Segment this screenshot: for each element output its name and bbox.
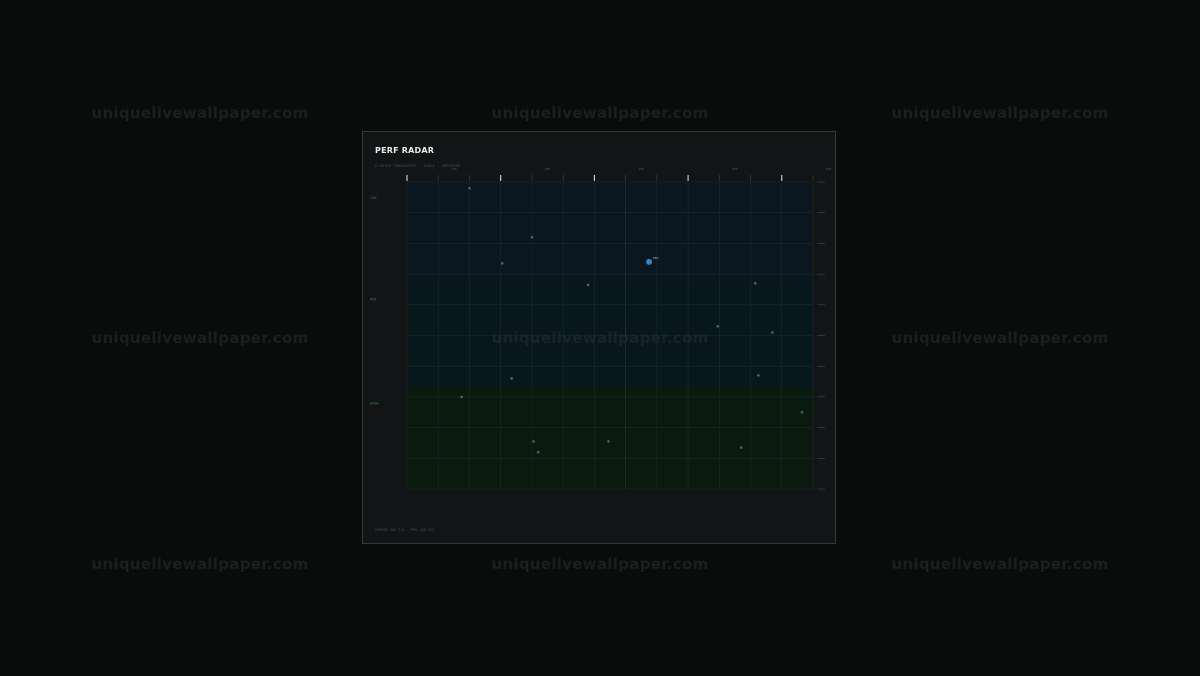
data-point bbox=[771, 331, 774, 334]
x-tick-label: 500 bbox=[826, 167, 832, 171]
chart-footer: SPREAD 302.7/S · P95 +48.7KS bbox=[375, 528, 435, 532]
data-point bbox=[586, 283, 590, 287]
x-tick-label: 200 bbox=[545, 167, 551, 171]
watermark-bottom-left: uniquelivewallpaper.com bbox=[91, 555, 309, 573]
data-point bbox=[530, 235, 534, 239]
x-tick-label: 300 bbox=[639, 167, 645, 171]
data-point bbox=[757, 374, 760, 377]
band-label-low: LOW bbox=[370, 196, 377, 200]
data-point bbox=[510, 377, 513, 380]
data-point bbox=[716, 324, 720, 328]
watermark-bottom-center: uniquelivewallpaper.com bbox=[491, 555, 709, 573]
x-tick-label: 100 bbox=[451, 167, 457, 171]
data-point bbox=[753, 282, 757, 285]
data-point bbox=[536, 450, 540, 454]
watermark-top-center: uniquelivewallpaper.com bbox=[491, 104, 709, 122]
watermark-center: uniquelivewallpaper.com bbox=[491, 329, 709, 347]
data-point-label: 083 bbox=[653, 256, 659, 260]
band-low bbox=[407, 182, 813, 284]
watermark-top-right: uniquelivewallpaper.com bbox=[891, 104, 1109, 122]
band-label-high: HIGH bbox=[370, 402, 378, 406]
x-tick-label: 400 bbox=[732, 167, 738, 171]
watermark-bottom-right: uniquelivewallpaper.com bbox=[891, 555, 1109, 573]
watermark-top-left: uniquelivewallpaper.com bbox=[91, 104, 309, 122]
band-label-mid: MID bbox=[370, 297, 376, 301]
watermark-mid-left: uniquelivewallpaper.com bbox=[91, 329, 309, 347]
band-high bbox=[407, 387, 813, 489]
watermark-mid-right: uniquelivewallpaper.com bbox=[891, 329, 1109, 347]
data-point-highlight bbox=[646, 258, 653, 265]
data-point bbox=[739, 446, 743, 449]
data-point bbox=[468, 186, 471, 190]
data-point bbox=[532, 440, 535, 443]
data-point bbox=[460, 395, 463, 399]
data-point bbox=[607, 440, 610, 443]
data-point bbox=[800, 410, 804, 414]
data-point bbox=[500, 262, 504, 265]
